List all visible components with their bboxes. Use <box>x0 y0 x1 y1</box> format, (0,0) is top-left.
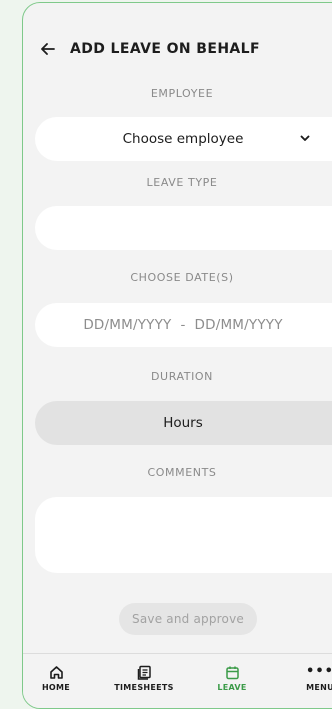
timesheet-icon <box>136 664 152 680</box>
nav-label-home: HOME <box>41 683 71 692</box>
employee-label: EMPLOYEE <box>150 87 214 100</box>
save-and-approve-button[interactable]: Save and approve <box>119 603 257 635</box>
nav-item-menu[interactable]: ••• MENU <box>285 664 332 692</box>
leave-type-label: LEAVE TYPE <box>146 176 218 189</box>
chevron-down-icon <box>300 135 310 141</box>
duration-value: Hours <box>163 415 203 431</box>
header: ADD LEAVE ON BEHALF <box>23 33 332 65</box>
page-title: ADD LEAVE ON BEHALF <box>70 41 260 57</box>
comments-label: COMMENTS <box>147 466 217 479</box>
nav-label-menu: MENU <box>306 683 332 692</box>
dates-label: CHOOSE DATE(S) <box>130 271 234 284</box>
home-icon <box>48 664 64 680</box>
date-range-placeholder: DD/MM/YYYY - DD/MM/YYYY <box>83 317 283 333</box>
more-dots-icon: ••• <box>306 664 332 679</box>
arrow-left-icon <box>41 43 55 55</box>
nav-item-leave[interactable]: LEAVE <box>197 664 267 692</box>
app-screen: ADD LEAVE ON BEHALF EMPLOYEE Choose empl… <box>22 2 332 709</box>
date-range-field[interactable]: DD/MM/YYYY - DD/MM/YYYY <box>35 303 332 347</box>
duration-select[interactable]: Hours <box>35 401 332 445</box>
leave-type-select[interactable] <box>35 206 332 250</box>
nav-label-leave: LEAVE <box>217 683 247 692</box>
nav-label-timesheets: TIMESHEETS <box>114 683 174 692</box>
nav-item-timesheets[interactable]: TIMESHEETS <box>109 664 179 692</box>
comments-input[interactable] <box>35 497 332 573</box>
calendar-icon <box>224 664 240 680</box>
duration-label: DURATION <box>150 370 214 383</box>
employee-select[interactable]: Choose employee <box>35 117 332 161</box>
back-button[interactable] <box>37 38 59 60</box>
bottom-nav: HOME TIMESHEETS LEAVE ••• MENU <box>23 653 332 708</box>
employee-select-value: Choose employee <box>122 131 244 147</box>
nav-item-home[interactable]: HOME <box>23 664 91 692</box>
